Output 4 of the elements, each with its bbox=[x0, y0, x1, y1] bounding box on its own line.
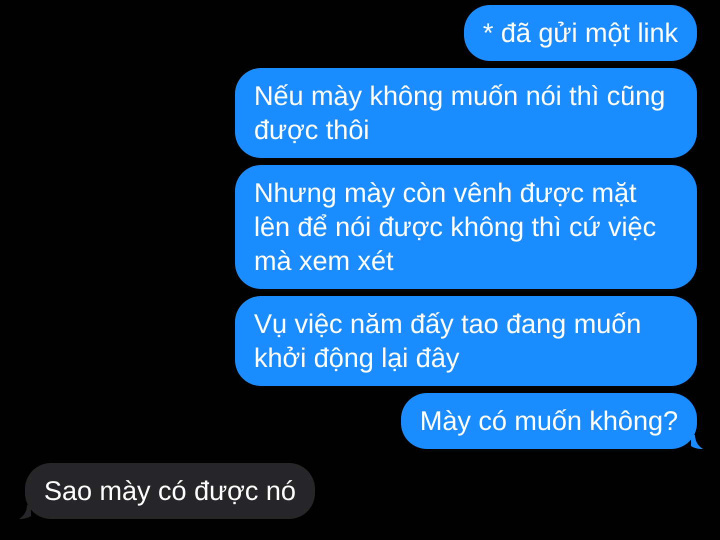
sent-message-bubble: Vụ việc năm đấy tao đang muốn khởi động lại đây bbox=[235, 296, 697, 386]
sent-message-bubble: * đã gửi một link bbox=[464, 5, 697, 61]
sent-message-bubble: Nếu mày không muốn nói thì cũng được thôi bbox=[235, 68, 697, 158]
sent-message-bubble: Nhưng mày còn vênh được mặt lên để nói được không thì cứ việc mà xem xét bbox=[235, 165, 697, 289]
